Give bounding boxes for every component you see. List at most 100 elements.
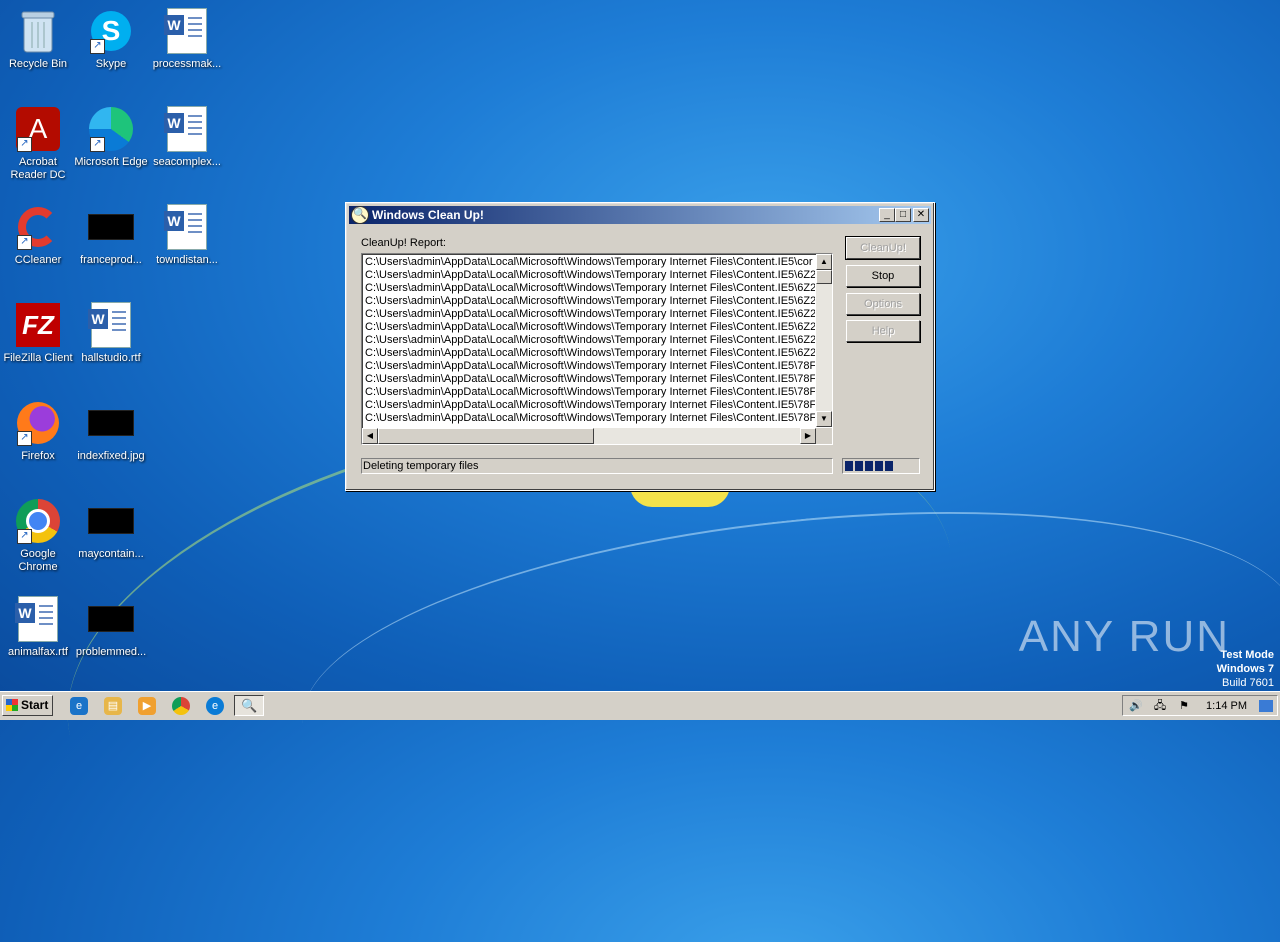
scroll-right-icon[interactable]: ▶ (800, 428, 816, 444)
scroll-up-icon[interactable]: ▲ (816, 254, 832, 270)
report-row[interactable]: C:\Users\admin\AppData\Local\Microsoft\W… (365, 269, 815, 282)
shortcut-arrow-icon: ↗ (17, 137, 32, 152)
image-file-icon (88, 596, 134, 642)
icon-label: Skype (95, 58, 127, 70)
taskbar: Start e ▤ ▶ e 🔍 🔊 🖧 ⚑ 1:14 PM (0, 691, 1280, 720)
image-file-icon (88, 498, 134, 544)
desktop-icon-processmak[interactable]: W processmak... (149, 8, 225, 71)
test-mode-line2: Windows 7 (1216, 663, 1274, 675)
test-mode-notice: Test Mode Windows 7 Build 7601 (1217, 648, 1274, 690)
options-button[interactable]: Options (846, 293, 920, 315)
desktop-icon-acrobat[interactable]: A ↗ Acrobat Reader DC (0, 106, 76, 182)
icon-label: Acrobat Reader DC (10, 156, 66, 181)
edge-taskbar-icon[interactable]: e (206, 697, 224, 715)
desktop-icon-indexfixed[interactable]: indexfixed.jpg (73, 400, 149, 463)
media-player-icon[interactable]: ▶ (138, 697, 156, 715)
window-titlebar[interactable]: 🔍 Windows Clean Up! _ □ ✕ (349, 206, 931, 224)
vertical-scroll-thumb[interactable] (816, 270, 832, 284)
scroll-left-icon[interactable]: ◀ (362, 428, 378, 444)
start-button[interactable]: Start (2, 695, 53, 716)
icon-label: hallstudio.rtf (81, 352, 141, 364)
scroll-down-icon[interactable]: ▼ (816, 411, 832, 427)
taskbar-button-cleanup[interactable]: 🔍 (234, 695, 264, 716)
icon-label: Recycle Bin (8, 58, 68, 70)
word-document-icon: W (164, 8, 210, 54)
report-row[interactable]: C:\Users\admin\AppData\Local\Microsoft\W… (365, 308, 815, 321)
progress-block (845, 461, 853, 471)
start-label: Start (21, 698, 49, 712)
network-icon[interactable]: 🖧 (1153, 699, 1167, 713)
desktop-icon-maycontain[interactable]: maycontain... (73, 498, 149, 561)
image-file-icon (88, 204, 134, 250)
close-button[interactable]: ✕ (913, 208, 929, 222)
progress-block (865, 461, 873, 471)
report-row[interactable]: C:\Users\admin\AppData\Local\Microsoft\W… (365, 386, 815, 399)
word-document-icon: W (15, 596, 61, 642)
system-tray: 🔊 🖧 ⚑ 1:14 PM (1122, 695, 1278, 716)
clock[interactable]: 1:14 PM (1206, 700, 1247, 712)
cleanup-window: 🔍 Windows Clean Up! _ □ ✕ CleanUp! Repor… (345, 202, 935, 491)
report-row[interactable]: C:\Users\admin\AppData\Local\Microsoft\W… (365, 321, 815, 334)
vertical-scrollbar[interactable]: ▲ ▼ (816, 254, 832, 427)
windows-logo-icon (6, 699, 18, 711)
internet-explorer-icon[interactable]: e (70, 697, 88, 715)
shortcut-arrow-icon: ↗ (90, 39, 105, 54)
icon-label: franceprod... (80, 254, 142, 266)
report-row[interactable]: C:\Users\admin\AppData\Local\Microsoft\W… (365, 334, 815, 347)
cleanup-app-icon: 🔍 (351, 206, 369, 224)
volume-icon[interactable]: 🔊 (1129, 699, 1143, 713)
desktop-icon-animalfax[interactable]: W animalfax.rtf (0, 596, 76, 659)
icon-label: animalfax.rtf (8, 646, 68, 658)
desktop-icon-ccleaner[interactable]: ↗ CCleaner (0, 204, 76, 267)
icon-label: Google Chrome (18, 548, 58, 573)
progress-block (885, 461, 893, 471)
show-desktop-icon[interactable] (1259, 700, 1273, 712)
desktop-icon-chrome[interactable]: ↗ Google Chrome (0, 498, 76, 574)
report-row[interactable]: C:\Users\admin\AppData\Local\Microsoft\W… (365, 399, 815, 412)
maximize-button[interactable]: □ (895, 208, 911, 222)
file-explorer-icon[interactable]: ▤ (104, 697, 122, 715)
status-bar-text: Deleting temporary files (361, 458, 833, 474)
shortcut-arrow-icon: ↗ (90, 137, 105, 152)
horizontal-scrollbar[interactable]: ◀ ▶ (362, 428, 816, 444)
anyrun-watermark: ANY RUN (1018, 612, 1230, 661)
icon-label: seacomplex... (153, 156, 221, 168)
skype-icon: S ↗ (88, 8, 134, 54)
word-document-icon: W (164, 204, 210, 250)
report-row[interactable]: C:\Users\admin\AppData\Local\Microsoft\W… (365, 282, 815, 295)
report-row[interactable]: C:\Users\admin\AppData\Local\Microsoft\W… (365, 256, 815, 269)
desktop-icon-problemmed[interactable]: problemmed... (73, 596, 149, 659)
chrome-icon: ↗ (15, 498, 61, 544)
desktop-icon-towndistan[interactable]: W towndistan... (149, 204, 225, 267)
desktop-icon-hallstudio[interactable]: W hallstudio.rtf (73, 302, 149, 365)
edge-icon: ↗ (88, 106, 134, 152)
desktop-icon-filezilla[interactable]: FZ FileZilla Client (0, 302, 76, 365)
action-center-flag-icon[interactable]: ⚑ (1177, 699, 1191, 713)
window-title: Windows Clean Up! (372, 208, 484, 222)
report-listbox[interactable]: C:\Users\admin\AppData\Local\Microsoft\W… (361, 253, 833, 445)
chrome-taskbar-icon[interactable] (172, 697, 190, 715)
stop-button[interactable]: Stop (846, 265, 920, 287)
help-button[interactable]: Help (846, 320, 920, 342)
report-row[interactable]: C:\Users\admin\AppData\Local\Microsoft\W… (365, 412, 815, 425)
progress-block (855, 461, 863, 471)
progress-block (875, 461, 883, 471)
desktop-icon-firefox[interactable]: ↗ Firefox (0, 400, 76, 463)
desktop-icon-seacomplex[interactable]: W seacomplex... (149, 106, 225, 169)
horizontal-scroll-thumb[interactable] (378, 428, 594, 444)
minimize-button[interactable]: _ (879, 208, 895, 222)
image-file-icon (88, 400, 134, 446)
cleanup-button[interactable]: CleanUp! (845, 236, 921, 260)
report-row[interactable]: C:\Users\admin\AppData\Local\Microsoft\W… (365, 360, 815, 373)
icon-label: Firefox (21, 450, 55, 462)
desktop-icon-edge[interactable]: ↗ Microsoft Edge (73, 106, 149, 169)
desktop-icon-recycle-bin[interactable]: Recycle Bin (0, 8, 76, 71)
word-document-icon: W (164, 106, 210, 152)
report-row[interactable]: C:\Users\admin\AppData\Local\Microsoft\W… (365, 347, 815, 360)
desktop-icon-franceprod[interactable]: franceprod... (73, 204, 149, 267)
report-rows: C:\Users\admin\AppData\Local\Microsoft\W… (365, 256, 815, 426)
report-row[interactable]: C:\Users\admin\AppData\Local\Microsoft\W… (365, 373, 815, 386)
report-row[interactable]: C:\Users\admin\AppData\Local\Microsoft\W… (365, 295, 815, 308)
icon-label: maycontain... (78, 548, 144, 560)
desktop-icon-skype[interactable]: S ↗ Skype (73, 8, 149, 71)
